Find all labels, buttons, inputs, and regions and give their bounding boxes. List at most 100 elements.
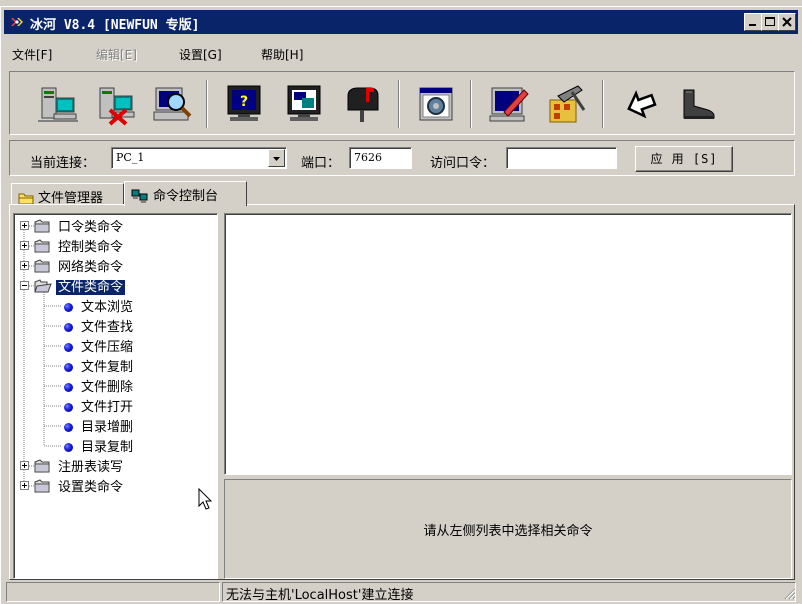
command-dot-icon: [64, 443, 73, 452]
combo-dropdown-button[interactable]: [268, 149, 285, 167]
command-dot-icon: [64, 403, 73, 412]
menu-file[interactable]: 文件[F]: [12, 46, 52, 63]
tree-group-label: 文件类命令: [56, 280, 126, 295]
tree-group-label: 设置类命令: [58, 480, 124, 495]
command-dot-icon: [64, 303, 73, 312]
folder-closed-icon: [34, 459, 56, 475]
settings-window-icon: [419, 87, 453, 121]
tree-leaf-command[interactable]: 文件复制: [64, 356, 135, 375]
close-button[interactable]: [778, 13, 796, 31]
add-host-button[interactable]: [36, 82, 80, 126]
boot-button[interactable]: [674, 82, 718, 126]
folder-closed-icon: [34, 239, 56, 255]
expand-icon[interactable]: [20, 261, 29, 270]
tree-leaf-label: 目录增删: [81, 420, 134, 435]
title-bar[interactable]: 冰河 V8.4 [NEWFUN 专版]: [4, 10, 798, 34]
delete-host-button[interactable]: [94, 82, 138, 126]
svg-text:?: ?: [240, 94, 248, 110]
status-bar: 无法与主机'LocalHost'建立连接: [4, 582, 798, 603]
folder-closed-icon: [34, 219, 56, 235]
tree-leaf-command[interactable]: 文件查找: [64, 316, 135, 335]
help-monitor-button[interactable]: ?: [222, 82, 266, 126]
toolbar-separator: [398, 80, 400, 128]
tree-group[interactable]: 注册表读写: [34, 456, 125, 475]
tools-icon: [549, 85, 586, 123]
mailbox-button[interactable]: [340, 82, 384, 126]
search-host-icon: [153, 87, 192, 121]
tab-command-console[interactable]: 命令控制台: [124, 181, 247, 206]
tree-leaf-command[interactable]: 目录增删: [64, 416, 135, 435]
folder-open-icon: [34, 279, 56, 295]
hint-text: 请从左侧列表中选择相关命令: [423, 524, 593, 539]
expand-icon[interactable]: [20, 461, 29, 470]
tree-leaf-label: 文件打开: [81, 400, 134, 415]
tab-strip: 文件管理器 命令控制台: [9, 181, 795, 206]
expand-icon[interactable]: [20, 481, 29, 490]
tree-group[interactable]: 口令类命令: [34, 216, 125, 235]
tree-group[interactable]: 网络类命令: [34, 256, 125, 275]
tree-group-label: 控制类命令: [58, 240, 124, 255]
tree-leaf-command[interactable]: 目录复制: [64, 436, 135, 455]
search-host-button[interactable]: [150, 82, 194, 126]
tree-group[interactable]: 控制类命令: [34, 236, 125, 255]
tree-leaf-command[interactable]: 文件删除: [64, 376, 135, 395]
connection-bar: 当前连接： PC_1 端口： 7626 访问口令： 应 用 [S]: [9, 140, 795, 176]
tree-group-label: 网络类命令: [58, 260, 124, 275]
main-window: 冰河 V8.4 [NEWFUN 专版] 文件[F] 编辑[E] 设置[G] 帮助…: [0, 6, 802, 604]
password-label: 访问口令：: [430, 156, 496, 171]
command-dot-icon: [64, 363, 73, 372]
tree-leaf-command[interactable]: 文本浏览: [64, 296, 135, 315]
edit-monitor-icon: [489, 87, 529, 122]
tree-group[interactable]: 设置类命令: [34, 476, 125, 495]
command-console-page: 口令类命令控制类命令网络类命令文件类命令 文本浏览 文件查找 文件压缩文件复制文件删除…: [9, 204, 795, 580]
toolbar-separator: [602, 80, 604, 128]
console-computers-icon: [131, 189, 148, 203]
resize-grip-icon[interactable]: [782, 586, 796, 600]
command-dot-icon: [64, 383, 73, 392]
screen-monitor-icon: [287, 85, 321, 121]
tree-leaf-command[interactable]: 文件打开: [64, 396, 135, 415]
screen-monitor-button[interactable]: [282, 82, 326, 126]
menu-bar: 文件[F] 编辑[E] 设置[G] 帮助[H]: [4, 46, 798, 66]
maximize-button[interactable]: [761, 13, 779, 31]
menu-help[interactable]: 帮助[H]: [261, 46, 303, 63]
mouse-cursor-icon: [198, 488, 213, 510]
chevron-down-icon: [273, 157, 280, 161]
menu-settings[interactable]: 设置[G]: [179, 46, 222, 63]
tree-group-label: 注册表读写: [58, 460, 124, 475]
folder-closed-icon: [34, 259, 56, 275]
port-input[interactable]: 7626: [349, 147, 412, 169]
command-dot-icon: [64, 343, 73, 352]
current-connection-combo[interactable]: PC_1: [111, 147, 287, 169]
add-host-icon: [38, 87, 78, 122]
mailbox-icon: [347, 87, 379, 122]
tree-group[interactable]: 文件类命令: [34, 276, 126, 295]
status-panel-message: 无法与主机'LocalHost'建立连接: [222, 582, 796, 603]
output-panel[interactable]: [224, 213, 792, 475]
expand-icon[interactable]: [20, 241, 29, 250]
toolbar-separator: [470, 80, 472, 128]
close-icon: [782, 17, 792, 27]
menu-edit[interactable]: 编辑[E]: [96, 46, 137, 63]
tree-leaf-command[interactable]: 文件压缩: [64, 336, 135, 355]
edit-monitor-button[interactable]: [486, 82, 530, 126]
settings-window-button[interactable]: [414, 82, 458, 126]
help-monitor-icon: ?: [227, 85, 261, 121]
expand-icon[interactable]: [20, 221, 29, 230]
collapse-icon[interactable]: [20, 281, 29, 290]
command-tree[interactable]: 口令类命令控制类命令网络类命令文件类命令 文本浏览 文件查找 文件压缩文件复制文件删除…: [13, 213, 218, 579]
apply-button[interactable]: 应 用 [S]: [635, 146, 733, 172]
password-input[interactable]: [506, 147, 617, 169]
current-connection-value: PC_1: [116, 151, 145, 164]
tree-leaf-label: 文件复制: [81, 360, 134, 375]
folder-icon: [18, 193, 34, 205]
folder-closed-icon: [34, 479, 56, 495]
boot-icon: [683, 89, 715, 119]
toolbar-separator: [206, 80, 208, 128]
tab-file-manager[interactable]: 文件管理器: [11, 183, 124, 206]
tools-button[interactable]: [544, 82, 588, 126]
minimize-button[interactable]: [744, 13, 762, 31]
tree-leaf-label: 文件删除: [81, 380, 134, 395]
hint-panel: 请从左侧列表中选择相关命令: [224, 479, 792, 579]
home-arrow-button[interactable]: [620, 82, 664, 126]
